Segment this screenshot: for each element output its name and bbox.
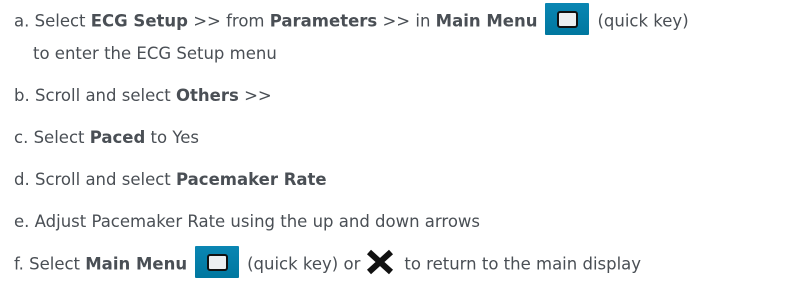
instruction-steps: a. Select ECG Setup >> from Parameters >…	[0, 0, 794, 291]
step-e: e. Adjust Pacemaker Rate using the up an…	[14, 210, 788, 234]
step-text: Scroll and select	[34, 170, 177, 189]
step-marker: d.	[14, 170, 30, 189]
step-c: c. Select Paced to Yes	[14, 126, 788, 150]
step-text: Select	[29, 254, 86, 274]
step-text: to enter the ECG Setup menu	[33, 44, 277, 63]
main-menu-quick-key-icon	[545, 3, 590, 35]
step-marker: f.	[14, 254, 24, 274]
close-x-icon	[367, 249, 394, 275]
main-menu-quick-key-icon	[195, 246, 240, 278]
step-d: d. Scroll and select Pacemaker Rate	[14, 168, 788, 192]
main-menu-label: Main Menu	[435, 11, 538, 31]
step-a-continued: to enter the ECG Setup menu	[14, 42, 788, 66]
step-b: b. Scroll and select Others >>	[14, 84, 788, 108]
paced-label: Paced	[89, 128, 146, 147]
step-text: (quick key) or	[247, 254, 361, 274]
step-text: Select	[34, 11, 91, 31]
step-text: Adjust Pacemaker Rate using the up and d…	[34, 212, 481, 231]
step-a: a. Select ECG Setup >> from Parameters >…	[14, 3, 788, 35]
step-text: Scroll and select	[34, 86, 177, 105]
ecg-setup-label: ECG Setup	[90, 11, 188, 31]
pacemaker-rate-label: Pacemaker Rate	[176, 170, 327, 189]
step-marker: b.	[14, 86, 30, 105]
step-text: >> from	[187, 11, 270, 31]
step-text: to return to the main display	[404, 254, 642, 274]
step-text: (quick key)	[597, 11, 689, 31]
step-f: f. Select Main Menu (quick key) or to retu…	[14, 246, 788, 278]
main-menu-label: Main Menu	[85, 254, 188, 274]
step-marker: e.	[14, 212, 30, 231]
step-marker: a.	[14, 11, 30, 31]
others-label: Others	[176, 86, 239, 105]
step-marker: c.	[14, 128, 29, 147]
step-text: Select	[33, 128, 90, 147]
parameters-label: Parameters	[269, 11, 378, 31]
step-text: to Yes	[145, 128, 200, 147]
step-text: >>	[238, 86, 272, 105]
step-text: >> in	[377, 11, 436, 31]
